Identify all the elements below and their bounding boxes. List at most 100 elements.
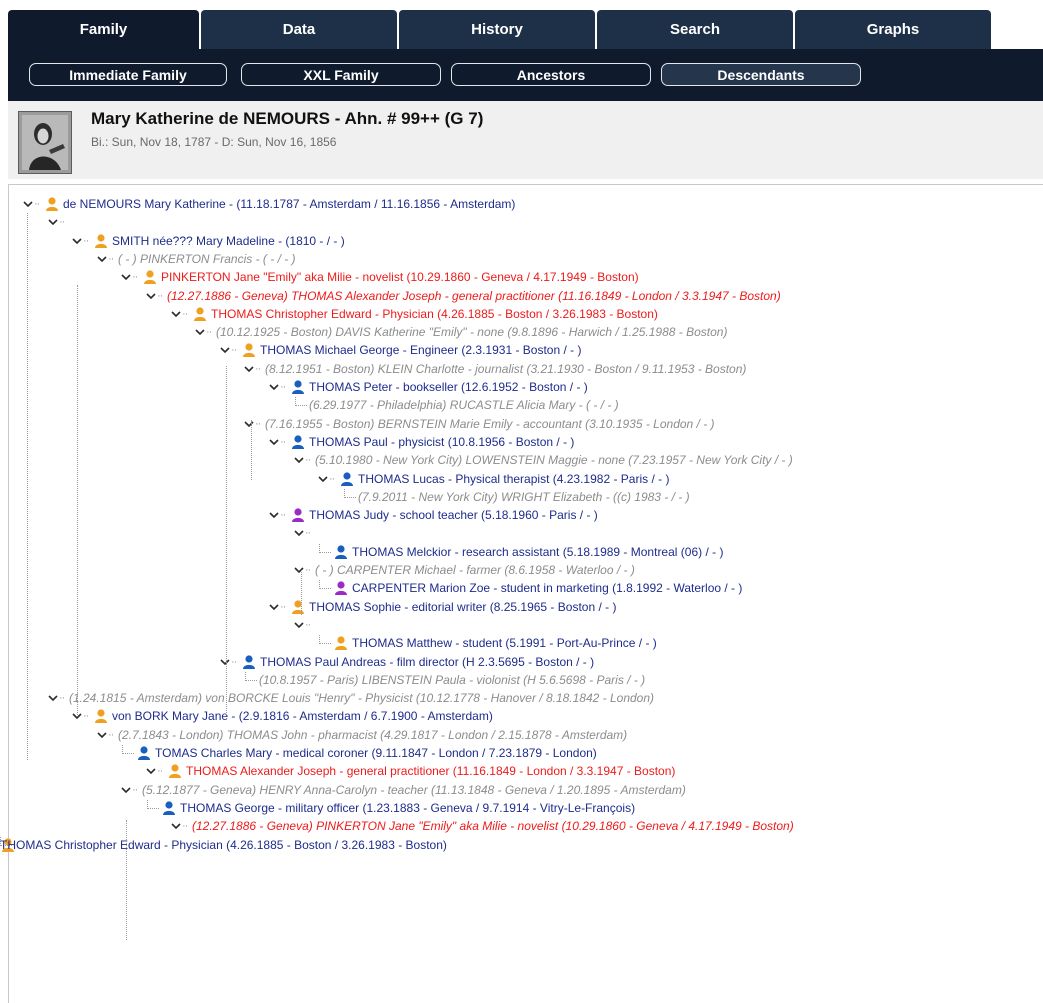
tree-row-label[interactable]: (7.16.1955 - Boston) BERNSTEIN Marie Emi… — [265, 415, 715, 433]
tree-row[interactable]: ·· (12.27.1886 - Geneva) PINKERTON Jane "… — [0, 817, 1043, 835]
tree-row[interactable]: THOMAS Matthew - student (5.1991 - Port-… — [0, 634, 1043, 652]
chevron-down-icon[interactable] — [268, 601, 280, 613]
chevron-down-icon[interactable] — [243, 418, 255, 430]
chevron-down-icon[interactable] — [120, 784, 132, 796]
tree-row[interactable]: ·· de NEMOURS Mary Katherine - (11.18.178… — [0, 195, 1043, 213]
tree-row[interactable]: THOMAS George - military officer (1.23.1… — [0, 799, 1043, 817]
tree-row[interactable]: ·· PINKERTON Jane "Emily" aka Milie - nov… — [0, 268, 1043, 286]
tree-row-label[interactable]: ( - ) PINKERTON Francis - ( - / - ) — [118, 250, 296, 268]
chevron-down-icon[interactable] — [145, 765, 157, 777]
tree-row-label[interactable]: THOMAS Peter - bookseller (12.6.1952 - B… — [309, 378, 588, 396]
tree-row[interactable]: ·· THOMAS Peter - bookseller (12.6.1952 -… — [0, 378, 1043, 396]
tree-connector: ·· — [59, 216, 65, 228]
chevron-down-icon[interactable] — [22, 198, 34, 210]
chevron-down-icon[interactable] — [170, 308, 182, 320]
tree-row[interactable]: TOMAS Charles Mary - medical coroner (9.… — [0, 744, 1043, 762]
tree-row[interactable]: ·· THOMAS Michael George - Engineer (2.3.… — [0, 341, 1043, 359]
tree-row[interactable]: ·· — [0, 213, 1043, 231]
tree-row[interactable]: ·· (10.12.1925 - Boston) DAVIS Katherine … — [0, 323, 1043, 341]
tree-row-label[interactable]: de NEMOURS Mary Katherine - (11.18.1787 … — [63, 195, 515, 213]
chevron-down-icon[interactable] — [243, 363, 255, 375]
tree-row-label[interactable]: (1.24.1815 - Amsterdam) von BORCKE Louis… — [69, 689, 654, 707]
male-person-icon — [339, 471, 355, 487]
tree-row-label[interactable]: THOMAS Lucas - Physical therapist (4.23.… — [358, 470, 669, 488]
tree-row-label[interactable]: THOMAS Paul Andreas - film director (H 2… — [260, 653, 594, 671]
tree-row-label[interactable]: SMITH née??? Mary Madeline - (1810 - / -… — [112, 232, 345, 250]
chevron-down-icon[interactable] — [317, 473, 329, 485]
tree-row-label[interactable]: (12.27.1886 - Geneva) PINKERTON Jane "Em… — [192, 817, 794, 835]
tree-row[interactable]: THOMAS Christopher Edward - Physician (4… — [0, 836, 1043, 854]
tree-row[interactable]: ·· (1.24.1815 - Amsterdam) von BORCKE Lou… — [0, 689, 1043, 707]
tree-row[interactable]: (10.8.1957 - Paris) LIBENSTEIN Paula - v… — [0, 671, 1043, 689]
tree-row-label[interactable]: (7.9.2011 - New York City) WRIGHT Elizab… — [358, 488, 690, 506]
tree-row[interactable]: ·· SMITH née??? Mary Madeline - (1810 - /… — [0, 232, 1043, 250]
chevron-down-icon[interactable] — [145, 290, 157, 302]
tree-row[interactable]: ·· THOMAS Judy - school teacher (5.18.196… — [0, 506, 1043, 524]
chevron-down-icon[interactable] — [47, 692, 59, 704]
tree-row-label[interactable]: THOMAS Alexander Joseph - general practi… — [186, 762, 675, 780]
tree-row[interactable]: ·· THOMAS Paul - physicist (10.8.1956 - B… — [0, 433, 1043, 451]
tree-row[interactable]: CARPENTER Marion Zoe - student in market… — [0, 579, 1043, 597]
tree-row-label[interactable]: THOMAS Christopher Edward - Physician (4… — [0, 836, 447, 854]
chevron-down-icon[interactable] — [268, 509, 280, 521]
tree-row[interactable]: ·· THOMAS Alexander Joseph - general prac… — [0, 762, 1043, 780]
tree-row-label[interactable]: TOMAS Charles Mary - medical coroner (9.… — [155, 744, 597, 762]
tree-row-label[interactable]: (10.8.1957 - Paris) LIBENSTEIN Paula - v… — [259, 671, 645, 689]
chevron-down-icon[interactable] — [268, 436, 280, 448]
chevron-down-icon[interactable] — [268, 381, 280, 393]
tree-row[interactable]: (6.29.1977 - Philadelphia) RUCASTLE Alic… — [0, 396, 1043, 414]
chevron-down-icon[interactable] — [47, 216, 59, 228]
tree-row[interactable]: ·· (8.12.1951 - Boston) KLEIN Charlotte -… — [0, 360, 1043, 378]
tree-row-label[interactable]: (5.12.1877 - Geneva) HENRY Anna-Carolyn … — [142, 781, 686, 799]
tree-row-label[interactable]: THOMAS Christopher Edward - Physician (4… — [211, 305, 658, 323]
tree-row[interactable]: ·· — [0, 524, 1043, 542]
chevron-down-icon[interactable] — [96, 253, 108, 265]
tree-row-label[interactable]: CARPENTER Marion Zoe - student in market… — [352, 579, 742, 597]
tree-row-label[interactable]: (5.10.1980 - New York City) LOWENSTEIN M… — [315, 451, 793, 469]
chevron-down-icon[interactable] — [194, 326, 206, 338]
male-person-icon — [333, 544, 349, 560]
tree-row-label[interactable]: THOMAS George - military officer (1.23.1… — [180, 799, 635, 817]
tree-row-label[interactable]: von BORK Mary Jane - (2.9.1816 - Amsterd… — [112, 707, 493, 725]
chevron-down-icon[interactable] — [293, 527, 305, 539]
tree-row-label[interactable]: THOMAS Judy - school teacher (5.18.1960 … — [309, 506, 598, 524]
tree-row-label[interactable]: ( - ) CARPENTER Michael - farmer (8.6.19… — [315, 561, 635, 579]
tree-row-label[interactable]: PINKERTON Jane "Emily" aka Milie - novel… — [161, 268, 639, 286]
tree-row-label[interactable]: (8.12.1951 - Boston) KLEIN Charlotte - j… — [265, 360, 746, 378]
tree-row[interactable]: ·· — [0, 616, 1043, 634]
tree-row[interactable]: ·· (12.27.1886 - Geneva) THOMAS Alexander… — [0, 287, 1043, 305]
chevron-down-icon[interactable] — [293, 564, 305, 576]
tree-row[interactable]: (7.9.2011 - New York City) WRIGHT Elizab… — [0, 488, 1043, 506]
tree-row-label[interactable]: (10.12.1925 - Boston) DAVIS Katherine "E… — [216, 323, 727, 341]
tree-row[interactable]: ·· THOMAS Paul Andreas - film director (H… — [0, 653, 1043, 671]
tree-connector: ·· — [108, 253, 114, 265]
chevron-down-icon[interactable] — [96, 729, 108, 741]
tree-row[interactable]: ·· ( - ) CARPENTER Michael - farmer (8.6.… — [0, 561, 1043, 579]
tree-row[interactable]: ·· ( - ) PINKERTON Francis - ( - / - ) — [0, 250, 1043, 268]
chevron-down-icon[interactable] — [120, 271, 132, 283]
tree-row-label[interactable]: THOMAS Michael George - Engineer (2.3.19… — [260, 341, 581, 359]
tree-row[interactable]: ·· THOMAS Christopher Edward - Physician … — [0, 305, 1043, 323]
tree-row-label[interactable]: (6.29.1977 - Philadelphia) RUCASTLE Alic… — [309, 396, 619, 414]
tree-row[interactable]: ·· (2.7.1843 - London) THOMAS John - phar… — [0, 726, 1043, 744]
tree-row-label[interactable]: (2.7.1843 - London) THOMAS John - pharma… — [118, 726, 627, 744]
tree-row-label[interactable]: THOMAS Matthew - student (5.1991 - Port-… — [352, 634, 657, 652]
tree-row-label[interactable]: THOMAS Sophie - editorial writer (8.25.1… — [309, 598, 616, 616]
tree-row-label[interactable]: THOMAS Paul - physicist (10.8.1956 - Bos… — [309, 433, 574, 451]
tree-row[interactable]: ·· THOMAS Sophie - editorial writer (8.25… — [0, 598, 1043, 616]
chevron-down-icon[interactable] — [293, 619, 305, 631]
tree-row[interactable]: ·· (5.10.1980 - New York City) LOWENSTEIN… — [0, 451, 1043, 469]
tree-row[interactable]: ·· THOMAS Lucas - Physical therapist (4.2… — [0, 470, 1043, 488]
chevron-down-icon[interactable] — [71, 235, 83, 247]
tree-connector — [344, 489, 356, 498]
tree-row[interactable]: THOMAS Melckior - research assistant (5.… — [0, 543, 1043, 561]
chevron-down-icon[interactable] — [293, 454, 305, 466]
tree-row-label[interactable]: THOMAS Melckior - research assistant (5.… — [352, 543, 723, 561]
tree-row[interactable]: ·· (5.12.1877 - Geneva) HENRY Anna-Caroly… — [0, 781, 1043, 799]
tree-row-label[interactable]: (12.27.1886 - Geneva) THOMAS Alexander J… — [167, 287, 781, 305]
tree-row[interactable]: ·· von BORK Mary Jane - (2.9.1816 - Amste… — [0, 707, 1043, 725]
chevron-down-icon[interactable] — [219, 344, 231, 356]
chevron-down-icon[interactable] — [170, 820, 182, 832]
tree-row[interactable]: ·· (7.16.1955 - Boston) BERNSTEIN Marie E… — [0, 415, 1043, 433]
chevron-down-icon[interactable] — [219, 656, 231, 668]
